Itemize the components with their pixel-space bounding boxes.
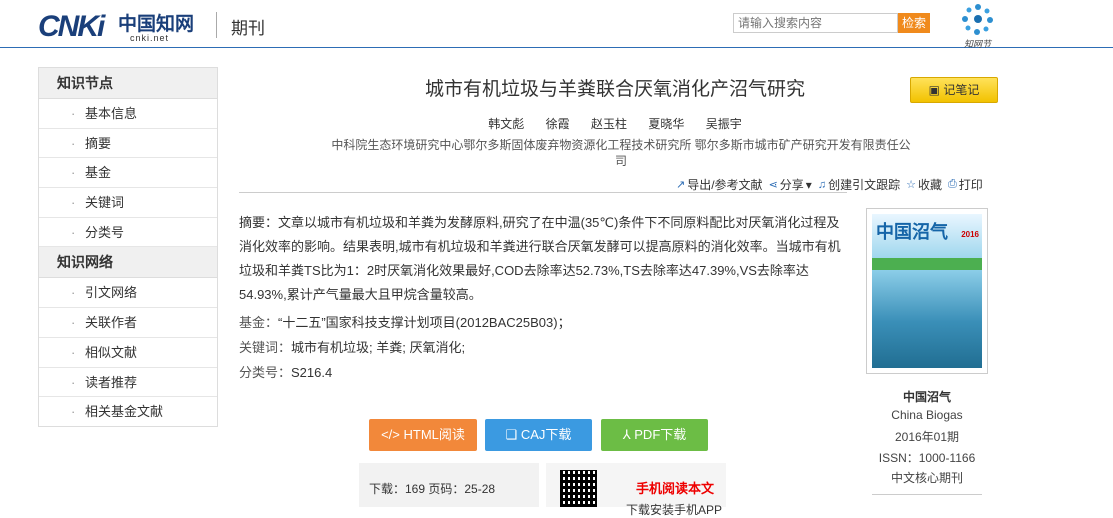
title-divider [239,192,847,193]
cover-band [872,258,982,270]
cnki-logo[interactable]: CNKi 中国知网 cnki.net [38,6,208,44]
sidebar-item-basic-info[interactable]: 基本信息 [39,99,217,129]
class-value: S216.4 [291,365,333,380]
export-label: 导出/参考文献 [687,178,763,192]
mobile-app-label: 下载安装手机APP [626,503,723,517]
journal-cover[interactable]: 中国沼气 2016 [866,208,988,374]
pdf-download-button[interactable]: ⅄ PDF下载 [601,419,708,451]
sidebar-item-related-authors[interactable]: 关联作者 [39,308,217,338]
author-link[interactable]: 夏晓华 [648,117,684,131]
pdf-download-label: PDF下载 [634,427,687,442]
keywords-links[interactable]: 城市有机垃圾; 羊粪; 厌氧消化; [291,340,465,355]
author-link[interactable]: 赵玉柱 [591,117,627,131]
html-read-label: HTML阅读 [403,427,465,442]
export-button[interactable]: ↗ 导出/参考文献 [676,176,763,193]
article-toolbar: ↗ 导出/参考文献 ⋖ 分享 ▾ ♫ 创建引文跟踪 ☆ 收藏 ⎙ 打印 [676,176,1001,193]
journal-issn: ISSN：1000-1166 [878,451,976,465]
sidebar-item-abstract[interactable]: 摘要 [39,129,217,159]
favorite-button[interactable]: ☆ 收藏 [906,176,942,193]
printer-icon: ⎙ [947,178,957,190]
cover-image: 中国沼气 2016 [872,214,982,368]
pdf-icon: ⅄ [622,427,635,442]
top-bar: CNKi 中国知网 cnki.net 期刊 检索 知网节 [0,0,1113,49]
journal-core-badge: 中文核心期刊 [890,471,963,485]
cover-year: 2016 [961,230,979,239]
search-button[interactable]: 检索 [898,13,930,33]
class-label: 分类号： [239,365,292,380]
author-link[interactable]: 徐霞 [546,117,570,131]
qr-code-icon [560,470,597,507]
abstract-text: 文章以城市有机垃圾和羊粪为发酵原料,研究了在中温(35℃)条件下不同原料配比对厌… [239,215,841,302]
bell-icon: ♫ [817,178,827,191]
print-label: 打印 [958,178,983,192]
abstract-block: 摘要：文章以城市有机垃圾和羊粪为发酵原料,研究了在中温(35℃)条件下不同原料配… [239,211,851,307]
journal-divider [872,494,982,495]
print-button[interactable]: ⎙ 打印 [948,176,983,193]
sidebar-item-similar-docs[interactable]: 相似文献 [39,338,217,368]
class-line: 分类号：S216.4 [239,362,839,381]
mobile-read-label: 手机阅读本文 [636,481,715,496]
header-divider [216,12,217,38]
favorite-label: 收藏 [917,178,942,192]
sidebar-group-title: 知识网络 [39,247,217,279]
cover-title: 中国沼气 [876,222,948,243]
zhiwang-icon [961,4,993,35]
keywords-label: 关键词： [239,340,292,355]
fund-line: 基金：“十二五”国家科技支撑计划项目(2012BAC25B03)； [239,312,839,331]
sidebar: 知识节点 基本信息 摘要 基金 关键词 分类号 知识网络 引文网络 关联作者 相… [38,67,218,427]
star-icon: ☆ [906,179,916,191]
author-link[interactable]: 韩文彪 [488,117,524,131]
journal-issue[interactable]: 2016年01期 [866,428,988,445]
sidebar-item-related-fund-docs[interactable]: 相关基金文献 [39,397,217,427]
fund-link[interactable]: “十二五”国家科技支撑计划项目(2012BAC25B03)； [278,315,571,330]
cite-track-label: 创建引文跟踪 [828,178,901,192]
share-icon: ⋖ [768,179,778,191]
author-link[interactable]: 吴振宇 [706,117,742,131]
sidebar-item-citation-network[interactable]: 引文网络 [39,278,217,309]
search-input[interactable] [733,13,898,33]
download-stats: 下载：169 页码：25-28 [359,463,539,507]
sidebar-item-fund[interactable]: 基金 [39,158,217,189]
organization-list[interactable]: 中科院生态环境研究中心鄂尔多斯固体废弃物资源化工程技术研究所 鄂尔多斯市城市矿产… [326,137,916,169]
logo-cnki-text: CNKi [38,10,105,43]
caj-download-button[interactable]: ❑ CAJ下载 [485,419,592,451]
note-icon: ▣ [928,83,944,97]
sidebar-group-title: 知识节点 [39,68,217,99]
sidebar-item-reader-recommend[interactable]: 读者推荐 [39,368,217,398]
share-label: 分享 [779,178,804,192]
html-read-button[interactable]: </> HTML阅读 [369,419,477,451]
code-icon: </> [381,427,404,442]
author-list: 韩文彪 徐霞 赵玉柱 夏晓华 吴振宇 [330,115,900,132]
sidebar-item-class[interactable]: 分类号 [39,218,217,248]
journal-name-en: China Biogas [891,408,963,422]
caj-download-label: CAJ下载 [520,427,572,442]
article-title: 城市有机垃圾与羊粪联合厌氧消化产沼气研究 [424,79,805,100]
take-note-button[interactable]: ▣ 记笔记 [910,77,998,103]
abstract-label: 摘要： [239,215,279,230]
chevron-down-icon: ▾ [805,177,812,192]
book-icon: ❑ [505,427,521,442]
logo-cn-text: 中国知网 [118,13,195,35]
mobile-read-box[interactable]: 手机阅读本文 下载安装手机APP [546,463,726,517]
cite-track-button[interactable]: ♫ 创建引文跟踪 [818,176,900,193]
export-icon: ↗ [676,179,686,191]
sidebar-item-keywords[interactable]: 关键词 [39,188,217,218]
fund-label: 基金： [239,315,279,330]
keywords-line: 关键词：城市有机垃圾; 羊粪; 厌氧消化; [239,337,839,356]
journal-name[interactable]: 中国沼气 [866,388,988,405]
take-note-label: 记笔记 [943,83,980,97]
logo-url-text: cnki.net [130,33,170,43]
zhiwang-label: 知网节 [963,39,991,49]
zhiwang-node-logo[interactable]: 知网节 [955,2,1000,49]
share-button[interactable]: ⋖ 分享 ▾ [769,176,812,193]
section-title[interactable]: 期刊 [231,14,265,39]
